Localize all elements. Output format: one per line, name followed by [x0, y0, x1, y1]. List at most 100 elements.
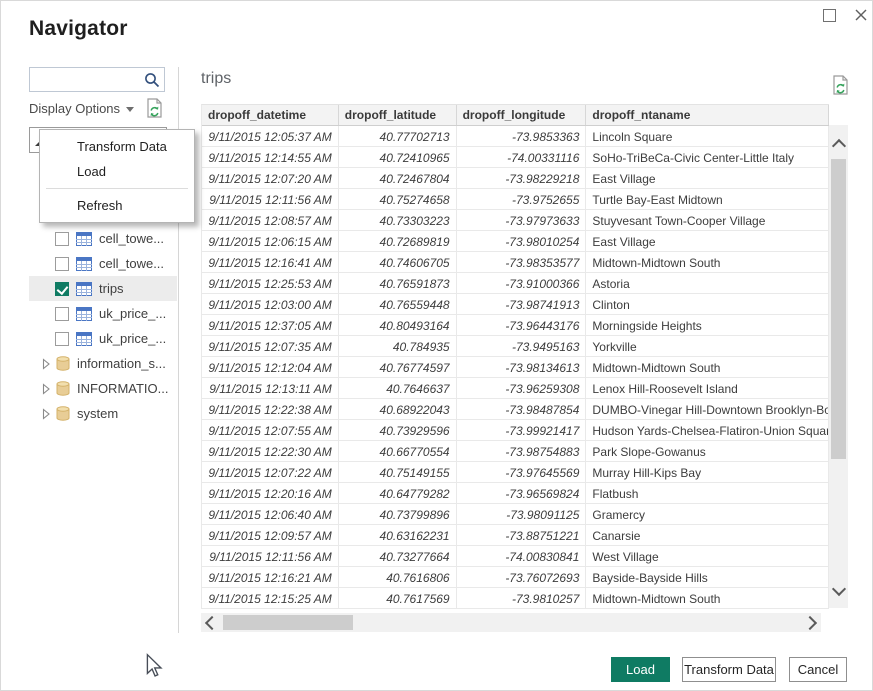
table-cell: Park Slope-Gowanus — [586, 441, 829, 461]
table-cell: 9/11/2015 12:11:56 AM — [202, 189, 339, 209]
collapsed-arrow-icon[interactable] — [41, 358, 51, 370]
table-cell: 40.75149155 — [339, 462, 457, 482]
table-cell: 40.784935 — [339, 336, 457, 356]
table-row: 9/11/2015 12:08:57 AM40.73303223-73.9797… — [202, 210, 829, 231]
context-menu-item-label: Transform Data — [77, 139, 167, 154]
horizontal-scroll-thumb[interactable] — [223, 615, 353, 630]
cancel-button[interactable]: Cancel — [789, 657, 847, 682]
table-cell: 9/11/2015 12:03:00 AM — [202, 294, 339, 314]
collapsed-arrow-icon[interactable] — [41, 408, 51, 420]
table-cell: 40.66770554 — [339, 441, 457, 461]
table-row: 9/11/2015 12:13:11 AM40.7646637-73.96259… — [202, 378, 829, 399]
table-cell: 40.7617569 — [339, 588, 457, 608]
table-cell: Lincoln Square — [586, 126, 829, 146]
refresh-preview-icon[interactable] — [831, 75, 849, 95]
scroll-down-icon[interactable] — [832, 582, 846, 596]
load-button[interactable]: Load — [611, 657, 670, 682]
context-menu-separator — [46, 188, 188, 189]
table-cell: East Village — [586, 168, 829, 188]
scroll-right-icon[interactable] — [803, 616, 817, 630]
table-cell: 9/11/2015 12:06:15 AM — [202, 231, 339, 251]
maximize-icon — [823, 9, 836, 22]
context-menu: Transform Data Load Refresh — [39, 129, 195, 223]
table-cell: 9/11/2015 12:11:56 AM — [202, 546, 339, 566]
scroll-left-icon[interactable] — [205, 616, 219, 630]
checkbox[interactable] — [55, 257, 69, 271]
table-cell: -73.96259308 — [457, 378, 587, 398]
maximize-button[interactable] — [821, 7, 837, 23]
table-icon — [76, 232, 92, 246]
table-cell: East Village — [586, 231, 829, 251]
checkbox[interactable] — [55, 332, 69, 346]
refresh-preview-icon[interactable] — [145, 98, 163, 118]
table-cell: 9/11/2015 12:07:55 AM — [202, 420, 339, 440]
table-row: 9/11/2015 12:22:30 AM40.66770554-73.9875… — [202, 441, 829, 462]
table-header-row: dropoff_datetimedropoff_latitudedropoff_… — [202, 105, 829, 126]
table-row: 9/11/2015 12:07:22 AM40.75149155-73.9764… — [202, 462, 829, 483]
table-row: 9/11/2015 12:07:55 AM40.73929596-73.9992… — [202, 420, 829, 441]
table-cell: 9/11/2015 12:07:20 AM — [202, 168, 339, 188]
table-row: 9/11/2015 12:12:04 AM40.76774597-73.9813… — [202, 357, 829, 378]
context-menu-item[interactable]: Transform Data — [40, 134, 194, 159]
table-row: 9/11/2015 12:20:16 AM40.64779282-73.9656… — [202, 483, 829, 504]
table-cell: Lenox Hill-Roosevelt Island — [586, 378, 829, 398]
table-cell: -73.98754883 — [457, 441, 587, 461]
table-cell: 9/11/2015 12:08:57 AM — [202, 210, 339, 230]
tree-item-database[interactable]: system — [29, 401, 177, 426]
tree-item-database[interactable]: information_s... — [29, 351, 177, 376]
table-cell: -73.98741913 — [457, 294, 587, 314]
transform-data-button[interactable]: Transform Data — [682, 657, 776, 682]
horizontal-scrollbar[interactable] — [201, 613, 821, 632]
table-cell: Canarsie — [586, 525, 829, 545]
search-icon[interactable] — [144, 72, 160, 88]
database-icon — [56, 356, 70, 371]
table-cell: 9/11/2015 12:15:25 AM — [202, 588, 339, 608]
navigator-tree: cell_towe... cell_towe... cell_towe... — [29, 201, 177, 426]
table-cell: -73.99921417 — [457, 420, 587, 440]
table-cell: -73.97645569 — [457, 462, 587, 482]
tree-item-label: cell_towe... — [99, 256, 164, 271]
context-menu-item[interactable]: Load — [40, 159, 194, 184]
vertical-scrollbar[interactable] — [829, 125, 848, 608]
table-cell: -73.88751221 — [457, 525, 587, 545]
table-cell: 9/11/2015 12:06:40 AM — [202, 504, 339, 524]
table-cell: Clinton — [586, 294, 829, 314]
column-header-dropoff_ntaname[interactable]: dropoff_ntaname — [586, 105, 829, 125]
checkbox[interactable] — [55, 282, 69, 296]
table-row: 9/11/2015 12:37:05 AM40.80493164-73.9644… — [202, 315, 829, 336]
checkbox[interactable] — [55, 307, 69, 321]
table-row: 9/11/2015 12:15:25 AM40.7617569-73.98102… — [202, 588, 829, 609]
tree-item-table[interactable]: uk_price_... — [29, 301, 177, 326]
column-header-dropoff_latitude[interactable]: dropoff_latitude — [339, 105, 457, 125]
scroll-up-icon[interactable] — [832, 139, 846, 153]
search-input[interactable] — [34, 70, 144, 91]
table-cell: 40.7646637 — [339, 378, 457, 398]
tree-item-table[interactable]: cell_towe... — [29, 251, 177, 276]
table-cell: West Village — [586, 546, 829, 566]
tree-item-table[interactable]: cell_towe... — [29, 226, 177, 251]
table-cell: -73.98134613 — [457, 357, 587, 377]
table-cell: 40.80493164 — [339, 315, 457, 335]
column-header-dropoff_datetime[interactable]: dropoff_datetime — [202, 105, 339, 125]
checkbox[interactable] — [55, 232, 69, 246]
context-menu-item[interactable]: Refresh — [40, 193, 194, 218]
tree-item-database[interactable]: INFORMATIO... — [29, 376, 177, 401]
table-row: 9/11/2015 12:16:21 AM40.7616806-73.76072… — [202, 567, 829, 588]
display-options-label: Display Options — [29, 101, 120, 116]
table-cell: 40.64779282 — [339, 483, 457, 503]
table-row: 9/11/2015 12:16:41 AM40.74606705-73.9835… — [202, 252, 829, 273]
column-header-dropoff_longitude[interactable]: dropoff_longitude — [457, 105, 587, 125]
table-cell: -73.97973633 — [457, 210, 587, 230]
table-cell: 9/11/2015 12:37:05 AM — [202, 315, 339, 335]
table-cell: Astoria — [586, 273, 829, 293]
collapsed-arrow-icon[interactable] — [41, 383, 51, 395]
tree-item-table[interactable]: trips — [29, 276, 177, 301]
page-title: Navigator — [29, 17, 128, 41]
context-menu-item-label: Load — [77, 164, 106, 179]
vertical-scroll-thumb[interactable] — [831, 159, 846, 459]
tree-item-table[interactable]: uk_price_... — [29, 326, 177, 351]
table-row: 9/11/2015 12:03:00 AM40.76559448-73.9874… — [202, 294, 829, 315]
close-button[interactable] — [853, 7, 869, 23]
display-options-dropdown[interactable]: Display Options — [29, 99, 134, 117]
table-cell: Stuyvesant Town-Cooper Village — [586, 210, 829, 230]
